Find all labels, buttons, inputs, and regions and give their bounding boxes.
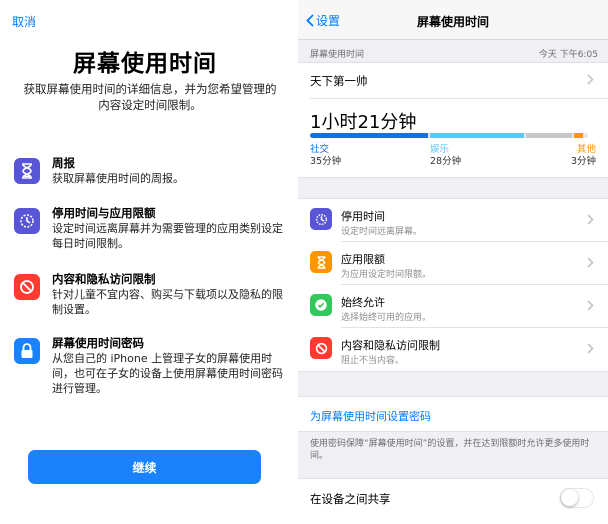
feature-desc: 设定时间远离屏幕并为需要管理的应用类别设定每日时间限制。 [52, 222, 283, 250]
checkmark-icon [310, 294, 332, 316]
set-passcode-link[interactable]: 为屏幕使用时间设置密码 [310, 408, 431, 424]
settings-list: 停用时间 设定时间远离屏幕。 应用限额 为应用设定时间限额。 始终允许 选择始终… [298, 198, 608, 372]
device-name[interactable]: 天下第一帅 [310, 73, 368, 89]
feature-desc: 获取屏幕使用时间的周报。 [52, 172, 184, 185]
category-name: 其他 [576, 144, 596, 155]
downtime-icon [310, 208, 332, 230]
timestamp: 今天 下午6:05 [538, 50, 598, 60]
feature-content-privacy: 内容和隐私访问限制 针对儿童不宜内容、购买与下载项以及隐私的限制设置。 [14, 272, 284, 317]
share-toggle[interactable] [560, 488, 594, 508]
chevron-right-icon [587, 343, 594, 354]
feature-desc: 从您自己的 iPhone 上管理子女的屏幕使用时间，也可在子女的设备上使用屏幕使… [52, 352, 283, 395]
usage-segment [430, 133, 525, 138]
chevron-right-icon [587, 74, 594, 85]
category-value: 28分钟 [430, 156, 462, 167]
usage-segment [574, 133, 583, 138]
hourglass-icon [14, 158, 40, 184]
feature-desc: 针对儿童不宜内容、购买与下载项以及隐私的限制设置。 [52, 288, 283, 316]
feature-title: 停用时间与应用限额 [52, 206, 156, 220]
navigation-bar: 设置 屏幕使用时间 [298, 0, 608, 40]
usage-segment [526, 133, 573, 138]
category-entertainment: 娱乐 28分钟 [430, 144, 461, 168]
section-header: 屏幕使用时间 今天 下午6:05 [310, 47, 598, 60]
row-downtime[interactable]: 停用时间 设定时间远离屏幕。 [298, 199, 608, 242]
onboarding-screen: 取消 屏幕使用时间 获取屏幕使用时间的详细信息，并为您希望管理的内容设定时间限制… [0, 0, 290, 524]
category-social: 社交 35分钟 [310, 144, 341, 168]
toggle-knob [561, 489, 578, 506]
cancel-button[interactable]: 取消 [12, 13, 36, 30]
category-value: 35分钟 [310, 156, 342, 167]
onboarding-title: 屏幕使用时间 [73, 51, 217, 77]
category-other: 其他 3分钟 [571, 144, 596, 168]
feature-downtime-limits: 停用时间与应用限额 设定时间远离屏幕并为需要管理的应用类别设定每日时间限制。 [14, 206, 284, 251]
row-title: 内容和隐私访问限制 [341, 339, 440, 352]
screen-time-settings: 设置 屏幕使用时间 屏幕使用时间 今天 下午6:05 天下第一帅 1小时21分钟… [298, 0, 608, 524]
category-name: 社交 [310, 144, 330, 155]
row-subtitle: 设定时间远离屏幕。 [341, 227, 423, 237]
row-always-allowed[interactable]: 始终允许 选择始终可用的应用。 [298, 285, 608, 328]
row-subtitle: 选择始终可用的应用。 [341, 313, 432, 323]
feature-passcode: 屏幕使用时间密码 从您自己的 iPhone 上管理子女的屏幕使用时间，也可在子女… [14, 336, 284, 396]
screen-divider [290, 0, 298, 524]
divider [310, 98, 608, 99]
onboarding-intro: 获取屏幕使用时间的详细信息，并为您希望管理的内容设定时间限制。 [23, 82, 277, 112]
feature-title: 内容和隐私访问限制 [52, 272, 156, 286]
feature-weekly-report: 周报 获取屏幕使用时间的周报。 [14, 156, 284, 186]
chevron-right-icon [587, 300, 594, 311]
usage-card: 天下第一帅 1小时21分钟 社交 35分钟 娱乐 28分钟 其他 3分钟 [298, 62, 608, 178]
row-title: 始终允许 [341, 296, 385, 309]
feature-title: 周报 [52, 156, 75, 170]
row-subtitle: 为应用设定时间限额。 [341, 270, 432, 280]
passcode-note: 使用密码保障“屏幕使用时间”的设置，并在达到限额时允许更多使用时间。 [310, 439, 590, 461]
row-subtitle: 阻止不当内容。 [341, 356, 405, 366]
usage-segment [310, 133, 429, 138]
continue-button[interactable]: 继续 [28, 450, 261, 484]
share-row: 在设备之间共享 [298, 478, 608, 524]
nav-title: 屏幕使用时间 [416, 15, 489, 29]
restriction-icon [14, 274, 40, 300]
section-label: 屏幕使用时间 [310, 50, 365, 60]
total-time[interactable]: 1小时21分钟 [310, 108, 416, 134]
feature-title: 屏幕使用时间密码 [52, 336, 144, 350]
category-name: 娱乐 [430, 144, 450, 155]
row-title: 停用时间 [341, 210, 385, 223]
share-label: 在设备之间共享 [310, 492, 391, 506]
row-content-privacy[interactable]: 内容和隐私访问限制 阻止不当内容。 [298, 328, 608, 371]
row-title: 应用限额 [341, 253, 385, 266]
chevron-right-icon [587, 257, 594, 268]
row-app-limits[interactable]: 应用限额 为应用设定时间限额。 [298, 242, 608, 285]
chevron-right-icon [587, 214, 594, 225]
hourglass-icon [310, 251, 332, 273]
downtime-icon [14, 208, 40, 234]
category-value: 3分钟 [570, 156, 596, 167]
usage-bar[interactable] [310, 133, 588, 138]
passcode-row: 为屏幕使用时间设置密码 [298, 396, 608, 432]
restriction-icon [310, 337, 332, 359]
lock-icon [14, 338, 40, 364]
